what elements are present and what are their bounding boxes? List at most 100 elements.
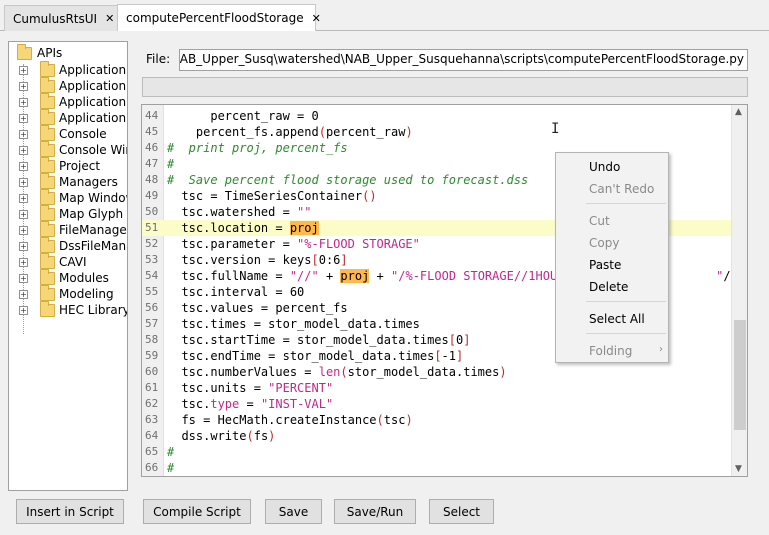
- context-menu: Undo Can't Redo Cut Copy Paste Delete Se…: [555, 152, 669, 363]
- folder-icon: [40, 268, 55, 285]
- expand-icon[interactable]: +: [19, 193, 28, 203]
- expand-icon[interactable]: +: [19, 241, 28, 251]
- tab-computepercentfloodstorage[interactable]: computePercentFloodStorage ✕: [117, 4, 321, 31]
- tree-item-hec-library[interactable]: + HEC Library: [19, 300, 128, 318]
- tree-item-console-win[interactable]: + Console Win: [19, 140, 128, 158]
- code-text: tsc.numberValues = len(stor_model_data.t…: [167, 365, 507, 379]
- tree-item-label: Application D: [59, 95, 127, 109]
- line-number: 53: [145, 253, 159, 266]
- tree-item-label: FileManager: [59, 223, 128, 237]
- tree-item-application-d[interactable]: + Application D: [19, 92, 127, 110]
- expand-icon[interactable]: +: [19, 225, 28, 235]
- expand-icon[interactable]: +: [19, 81, 28, 91]
- code-line[interactable]: 62 tsc.type = "INST-VAL": [142, 396, 732, 412]
- submenu-arrow-icon: ›: [659, 344, 663, 355]
- code-text: tsc.parameter = "%-FLOOD STORAGE": [167, 237, 420, 251]
- code-text: tsc.watershed = "": [167, 205, 312, 219]
- save-button[interactable]: Save: [265, 499, 322, 524]
- vertical-scrollbar[interactable]: ▲ ▼: [731, 105, 747, 476]
- tree-item-application-f[interactable]: + Application F: [19, 76, 127, 94]
- expand-icon[interactable]: +: [19, 129, 28, 139]
- scroll-thumb[interactable]: [734, 320, 746, 430]
- line-number: 50: [145, 205, 159, 218]
- code-text: tsc = TimeSeriesContainer(): [167, 189, 377, 203]
- tab-cumulusrtsui[interactable]: CumulusRtsUI ✕: [4, 5, 118, 31]
- tree-item-filemanager[interactable]: + FileManager: [19, 220, 128, 238]
- code-text: fs = HecMath.createInstance(tsc): [167, 413, 413, 427]
- tree-item-console[interactable]: + Console: [19, 124, 107, 142]
- expand-icon[interactable]: +: [19, 161, 28, 171]
- scroll-down-icon[interactable]: ▼: [735, 464, 742, 474]
- file-path-field[interactable]: 2_3\NAB_Upper_Susq\watershed\NAB_Upper_S…: [179, 49, 748, 71]
- tree-item-map-glyph[interactable]: + Map Glyph: [19, 204, 123, 222]
- tree-item-managers[interactable]: + Managers: [19, 172, 118, 190]
- scroll-up-icon[interactable]: ▲: [735, 107, 742, 117]
- tree-item-label: Console Win: [59, 143, 128, 157]
- select-button[interactable]: Select: [429, 499, 494, 524]
- save-run-button[interactable]: Save/Run: [334, 499, 416, 524]
- tree-item-modules[interactable]: + Modules: [19, 268, 109, 286]
- folder-icon: [40, 188, 55, 205]
- code-line[interactable]: 64 dss.write(fs): [142, 428, 732, 444]
- tree-item-label: DssFileMana: [59, 239, 128, 253]
- menu-cut: Cut: [589, 214, 610, 228]
- tree-item-application[interactable]: + Application: [19, 60, 127, 78]
- compile-script-button[interactable]: Compile Script: [143, 499, 251, 524]
- menu-paste[interactable]: Paste: [589, 258, 621, 272]
- progress-bar: [142, 77, 748, 97]
- folder-icon: [40, 204, 55, 221]
- text-cursor-icon: I: [551, 121, 560, 137]
- code-line[interactable]: 66 #: [142, 460, 732, 476]
- code-line[interactable]: 65 #: [142, 444, 732, 460]
- code-line[interactable]: 44 percent_raw = 0: [142, 108, 732, 124]
- folder-icon: [40, 108, 55, 125]
- tree-item-label: Application: [59, 63, 127, 77]
- folder-icon: [40, 172, 55, 189]
- tree-item-cavi[interactable]: + CAVI: [19, 252, 87, 270]
- api-tree-panel: APIs + Application + Application F + Applic…: [8, 41, 128, 491]
- menu-select-all[interactable]: Select All: [589, 312, 645, 326]
- menu-undo[interactable]: Undo: [589, 160, 620, 174]
- line-number: 45: [145, 125, 159, 138]
- code-text: percent_fs.append(percent_raw): [167, 125, 413, 139]
- close-icon[interactable]: ✕: [105, 12, 114, 25]
- line-number: 64: [145, 429, 159, 442]
- code-text: tsc.endTime = stor_model_data.times[-1]: [167, 349, 464, 363]
- expand-icon[interactable]: +: [19, 97, 28, 107]
- tree-item-label: Application P: [59, 111, 127, 125]
- folder-icon: [40, 76, 55, 93]
- code-text: percent_raw = 0: [167, 109, 319, 123]
- tree-root-apis[interactable]: APIs: [17, 43, 62, 60]
- line-number: 47: [145, 157, 159, 170]
- folder-icon: [40, 124, 55, 141]
- code-line[interactable]: 61 tsc.units = "PERCENT": [142, 380, 732, 396]
- tree-item-map-window[interactable]: + Map Window: [19, 188, 127, 206]
- file-label: File:: [146, 52, 171, 66]
- line-number: 46: [145, 141, 159, 154]
- expand-icon[interactable]: +: [19, 145, 28, 155]
- tree-item-label: HEC Library: [59, 303, 128, 317]
- line-number: 49: [145, 189, 159, 202]
- menu-delete[interactable]: Delete: [589, 280, 628, 294]
- close-icon[interactable]: ✕: [312, 12, 321, 25]
- expand-icon[interactable]: +: [19, 305, 28, 315]
- expand-icon[interactable]: +: [19, 273, 28, 283]
- tab-label: computePercentFloodStorage: [126, 11, 304, 25]
- insert-in-script-button[interactable]: Insert in Script: [16, 499, 124, 524]
- folder-icon: [40, 140, 55, 157]
- code-line[interactable]: 60 tsc.numberValues = len(stor_model_dat…: [142, 364, 732, 380]
- tree-item-modeling[interactable]: + Modeling: [19, 284, 114, 302]
- code-text: tsc.location = proj: [167, 221, 319, 235]
- code-line[interactable]: 45 percent_fs.append(percent_raw): [142, 124, 732, 140]
- tree-item-project[interactable]: + Project: [19, 156, 100, 174]
- expand-icon[interactable]: +: [19, 257, 28, 267]
- line-number: 61: [145, 381, 159, 394]
- expand-icon[interactable]: +: [19, 209, 28, 219]
- tree-item-dssfilemana[interactable]: + DssFileMana: [19, 236, 128, 254]
- code-line[interactable]: 63 fs = HecMath.createInstance(tsc): [142, 412, 732, 428]
- expand-icon[interactable]: +: [19, 177, 28, 187]
- tree-item-application-p[interactable]: + Application P: [19, 108, 127, 126]
- expand-icon[interactable]: +: [19, 113, 28, 123]
- expand-icon[interactable]: +: [19, 65, 28, 75]
- expand-icon[interactable]: +: [19, 289, 28, 299]
